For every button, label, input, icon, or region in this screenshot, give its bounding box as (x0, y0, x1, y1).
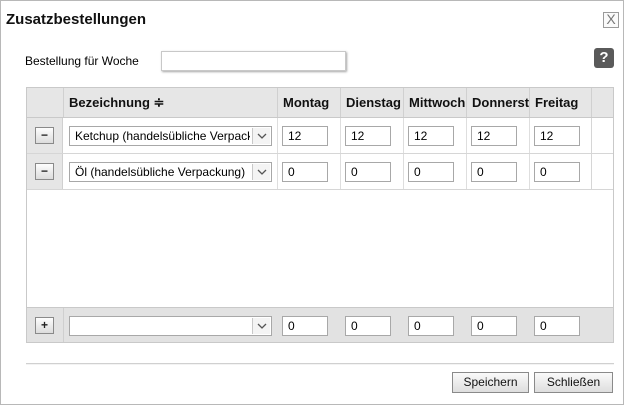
column-header-donnerstag: Donnerstag (466, 88, 529, 117)
freitag-input[interactable]: 0 (534, 162, 580, 182)
chevron-down-icon[interactable] (252, 318, 270, 334)
dienstag-input[interactable]: 0 (345, 162, 391, 182)
footer-divider (26, 363, 614, 365)
donnerstag-input[interactable]: 0 (471, 162, 517, 182)
save-button[interactable]: Speichern (452, 372, 529, 393)
row-spacer-cell (591, 154, 613, 189)
item-select-value: Öl (handelsübliche Verpackung) (75, 165, 246, 179)
header-control-cell (27, 88, 63, 117)
table-header: Bezeichnung ≑ Montag Dienstag Mittwoch D… (27, 88, 613, 118)
help-icon[interactable]: ? (594, 48, 614, 68)
table-row: − Öl (handelsübliche Verpackung) 0 0 0 0… (27, 154, 613, 190)
chevron-down-icon[interactable] (252, 164, 270, 180)
mittwoch-input[interactable]: 12 (408, 126, 454, 146)
column-header-mittwoch: Mittwoch (403, 88, 466, 117)
week-label: Bestellung für Woche (25, 54, 139, 68)
new-dienstag-input[interactable]: 0 (345, 316, 391, 336)
new-item-select[interactable] (69, 316, 272, 336)
new-mittwoch-input[interactable]: 0 (408, 316, 454, 336)
week-field[interactable] (161, 51, 346, 71)
new-montag-input[interactable]: 0 (282, 316, 328, 336)
donnerstag-input[interactable]: 12 (471, 126, 517, 146)
item-select[interactable]: Ketchup (handelsübliche Verpackung) (69, 126, 272, 146)
dialog-title: Zusatzbestellungen (6, 11, 147, 28)
table-row: − Ketchup (handelsübliche Verpackung) 12… (27, 118, 613, 154)
table-empty-area (27, 190, 613, 308)
dialog-titlebar[interactable]: Zusatzbestellungen X (1, 1, 623, 37)
remove-row-button[interactable]: − (35, 127, 54, 144)
freitag-input[interactable]: 12 (534, 126, 580, 146)
column-header-bezeichnung[interactable]: Bezeichnung ≑ (63, 88, 277, 117)
item-select[interactable]: Öl (handelsübliche Verpackung) (69, 162, 272, 182)
column-header-dienstag: Dienstag (340, 88, 403, 117)
column-header-freitag: Freitag (529, 88, 591, 117)
column-header-montag: Montag (277, 88, 340, 117)
row-control-cell: − (27, 154, 63, 189)
chevron-down-icon[interactable] (252, 128, 270, 144)
new-donnerstag-input[interactable]: 0 (471, 316, 517, 336)
montag-input[interactable]: 0 (282, 162, 328, 182)
dienstag-input[interactable]: 12 (345, 126, 391, 146)
row-spacer-cell (591, 118, 613, 153)
mittwoch-input[interactable]: 0 (408, 162, 454, 182)
new-freitag-input[interactable]: 0 (534, 316, 580, 336)
close-button[interactable]: Schließen (534, 372, 613, 393)
header-spacer-cell (591, 88, 613, 117)
order-table: Bezeichnung ≑ Montag Dienstag Mittwoch D… (26, 87, 614, 343)
row-control-cell: − (27, 118, 63, 153)
dialog-window: Zusatzbestellungen X Bestellung für Woch… (0, 0, 624, 405)
remove-row-button[interactable]: − (35, 163, 54, 180)
close-icon[interactable]: X (603, 12, 619, 28)
item-select-value: Ketchup (handelsübliche Verpackung) (75, 129, 250, 143)
montag-input[interactable]: 12 (282, 126, 328, 146)
add-row-button[interactable]: + (35, 317, 54, 334)
new-row: + 0 0 0 0 0 (27, 307, 613, 342)
